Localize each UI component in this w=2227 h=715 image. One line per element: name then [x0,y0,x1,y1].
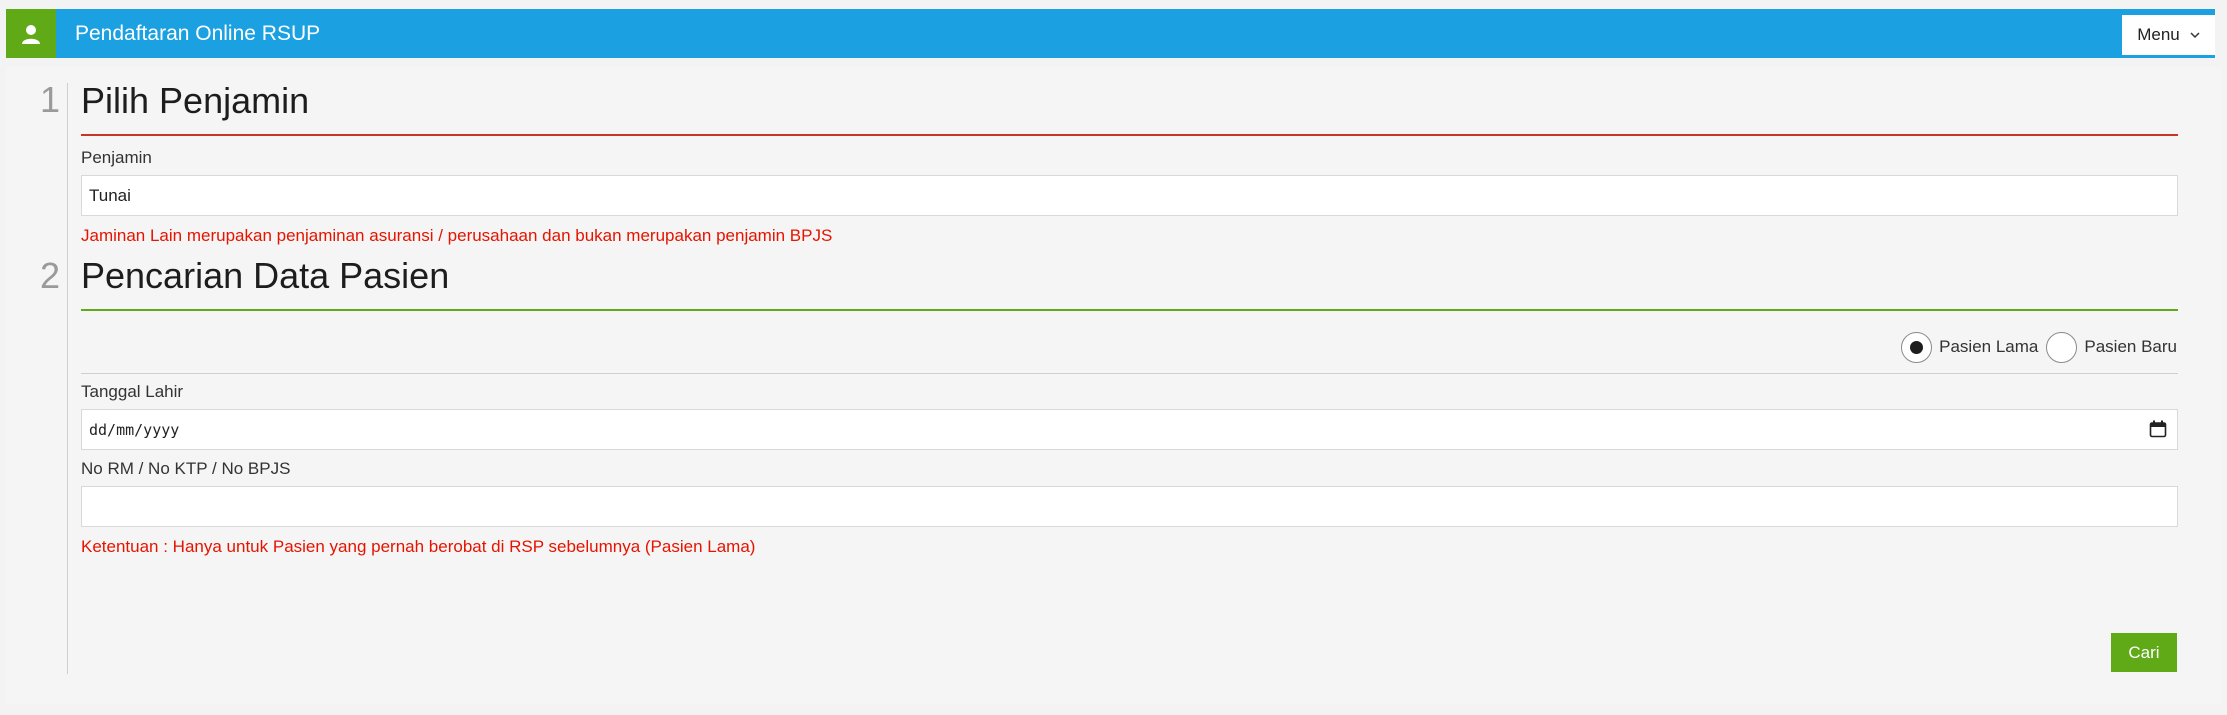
radio-pasien-lama[interactable] [1901,331,1933,363]
dob-label: Tanggal Lahir [81,382,184,401]
radio-selected-dot [1910,340,1924,354]
radio-pasien-baru[interactable] [2046,331,2078,363]
menu-label: Menu [2137,25,2180,44]
search-button[interactable]: Cari [2111,633,2177,672]
user-icon[interactable] [6,9,56,58]
dob-input[interactable]: dd/mm/yyyy [81,409,2178,450]
section-rule [81,134,2178,136]
penjamin-note: Jaminan Lain merupakan penjaminan asuran… [81,226,833,245]
chevron-down-icon [2190,31,2200,38]
step-number: 2 [40,255,61,296]
menu-button[interactable]: Menu [2122,15,2215,55]
section-rule [81,309,2178,311]
app-title: Pendaftaran Online RSUP [75,22,321,45]
radio-label[interactable]: Pasien Lama [1939,337,2038,357]
section-title: Pilih Penjamin [81,80,310,121]
top-bar: Pendaftaran Online RSUP Menu [6,9,2215,58]
dob-placeholder: dd/mm/yyyy [89,420,180,439]
id-label: No RM / No KTP / No BPJS [81,459,291,478]
id-input[interactable] [81,486,2178,527]
main-panel [6,67,2221,704]
step-number: 1 [40,79,61,120]
divider [81,373,2178,374]
penjamin-value: Tunai [89,185,131,205]
radio-label[interactable]: Pasien Baru [2084,337,2177,357]
section-title: Pencarian Data Pasien [81,255,450,296]
penjamin-select[interactable]: Tunai [81,175,2178,216]
calendar-icon[interactable] [2149,420,2167,438]
search-note: Ketentuan : Hanya untuk Pasien yang pern… [81,537,756,556]
penjamin-label: Penjamin [81,148,152,167]
step-line [67,83,68,674]
patient-type-radio-group: Pasien Lama Pasien Baru [1901,331,2177,363]
